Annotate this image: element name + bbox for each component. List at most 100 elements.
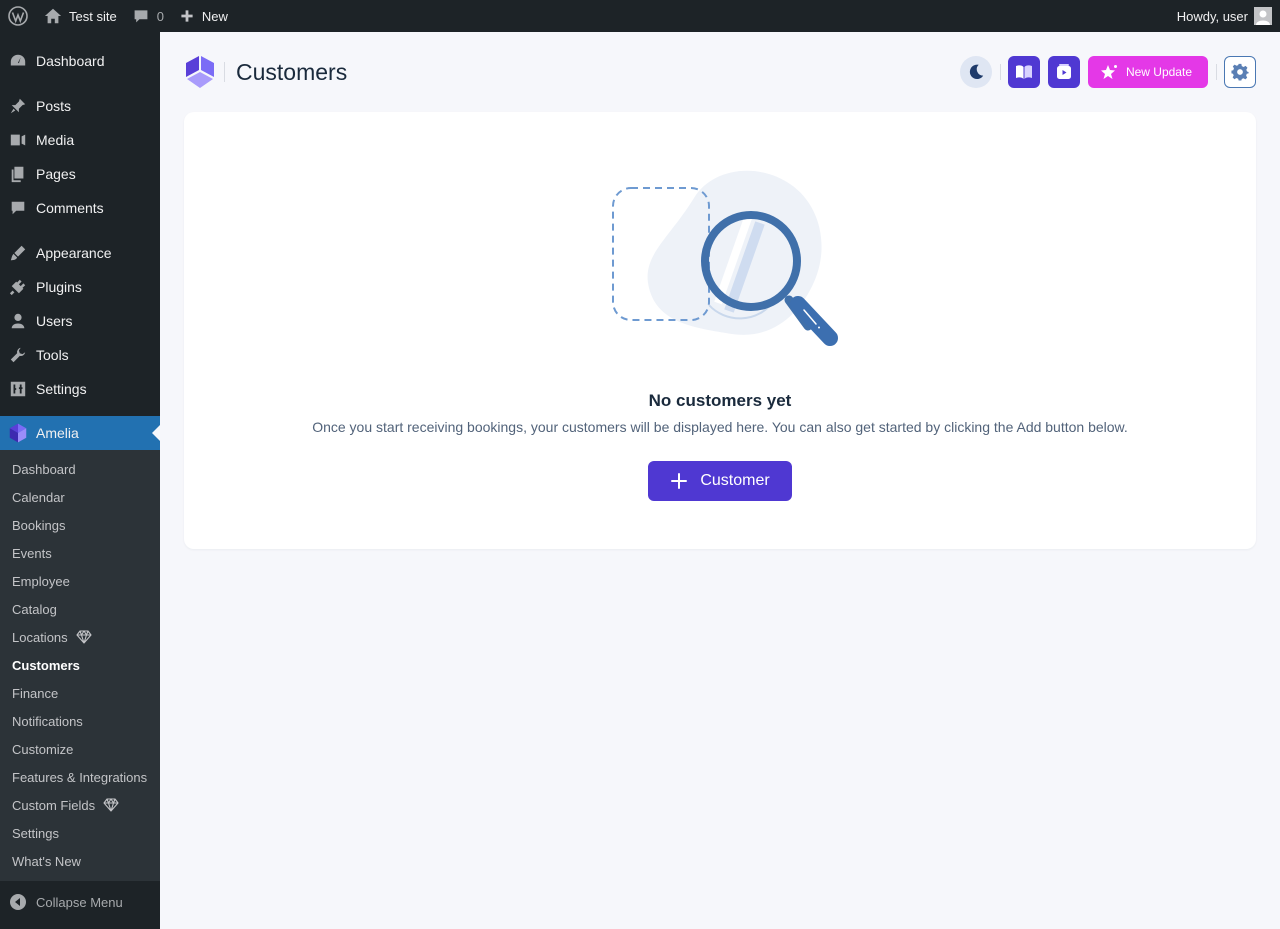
new-update-button[interactable]: New Update <box>1087 56 1208 88</box>
pin-icon <box>8 96 28 116</box>
menu-item-posts[interactable]: Posts <box>0 89 160 123</box>
submenu-item-catalog[interactable]: Catalog <box>0 595 160 623</box>
admin-sidebar: Dashboard Posts Media Pages Comments App… <box>0 32 160 929</box>
menu-item-label: Posts <box>36 98 72 114</box>
new-content-link[interactable]: New <box>172 0 236 32</box>
menu-item-comments[interactable]: Comments <box>0 191 160 225</box>
menu-item-label: Plugins <box>36 279 82 295</box>
menu-item-label: Amelia <box>36 425 79 441</box>
plus-icon <box>670 472 688 490</box>
submenu-label: Calendar <box>12 489 65 505</box>
submenu-label: Locations <box>12 629 68 645</box>
divider <box>999 64 1001 80</box>
menu-item-users[interactable]: Users <box>0 304 160 338</box>
wordpress-logo-button[interactable] <box>0 0 36 32</box>
menu-item-amelia[interactable]: Amelia <box>0 416 160 450</box>
submenu-item-features-integrations[interactable]: Features & Integrations <box>0 763 160 791</box>
submenu-label: Customize <box>12 741 74 757</box>
new-update-label: New Update <box>1125 65 1192 79</box>
amelia-logo-icon <box>186 56 214 88</box>
settings-icon <box>8 379 28 399</box>
submenu-item-locations[interactable]: Locations <box>0 623 160 651</box>
user-icon <box>8 311 28 331</box>
submenu-label: Events <box>12 545 52 561</box>
menu-item-plugins[interactable]: Plugins <box>0 270 160 304</box>
media-icon <box>8 130 28 150</box>
submenu-item-settings[interactable]: Settings <box>0 819 160 847</box>
comment-icon <box>134 10 148 23</box>
avatar <box>1254 7 1272 25</box>
submenu-item-whats-new[interactable]: What's New <box>0 847 160 875</box>
my-account-link[interactable]: Howdy, user <box>1177 0 1272 32</box>
submenu-item-employee[interactable]: Employee <box>0 567 160 595</box>
admin-bar: Test site 0 New Howdy, user <box>0 0 1280 32</box>
magnifier-illustration-icon <box>612 170 838 346</box>
collapse-menu-button[interactable]: Collapse Menu <box>0 885 160 919</box>
divider <box>224 62 225 82</box>
book-icon <box>1015 65 1032 79</box>
menu-item-settings[interactable]: Settings <box>0 372 160 406</box>
submenu-item-customers[interactable]: Customers <box>0 651 160 679</box>
menu-item-appearance[interactable]: Appearance <box>0 236 160 270</box>
empty-state-description: Once you start receiving bookings, your … <box>312 419 1128 435</box>
submenu-label: Dashboard <box>12 461 76 477</box>
submenu-label: Catalog <box>12 601 57 617</box>
video-icon <box>1056 64 1071 79</box>
wrench-icon <box>8 345 28 365</box>
plug-icon <box>8 277 28 297</box>
submenu-item-customize[interactable]: Customize <box>0 735 160 763</box>
submenu-label: Employee <box>12 573 70 589</box>
submenu-label: Finance <box>12 685 59 701</box>
menu-item-label: Comments <box>36 200 104 216</box>
empty-state-card: No customers yet Once you start receivin… <box>184 112 1256 549</box>
submenu-item-bookings[interactable]: Bookings <box>0 511 160 539</box>
howdy-text: Howdy, user <box>1176 8 1248 24</box>
documentation-button[interactable] <box>1007 56 1040 88</box>
menu-item-pages[interactable]: Pages <box>0 157 160 191</box>
menu-item-label: Media <box>36 132 75 148</box>
submenu-item-dashboard[interactable]: Dashboard <box>0 455 160 483</box>
submenu-label: Notifications <box>12 713 83 729</box>
add-customer-button[interactable]: Customer <box>648 461 792 501</box>
collapse-label: Collapse Menu <box>36 894 123 910</box>
plus-icon <box>181 10 193 22</box>
menu-item-dashboard[interactable]: Dashboard <box>0 44 160 78</box>
settings-button[interactable] <box>1224 56 1256 88</box>
dashboard-icon <box>8 51 28 71</box>
submenu-item-calendar[interactable]: Calendar <box>0 483 160 511</box>
collapse-arrow-icon <box>10 894 26 910</box>
brush-icon <box>8 243 28 263</box>
menu-item-label: Dashboard <box>36 53 105 69</box>
add-customer-label: Customer <box>700 472 770 489</box>
empty-state-title: No customers yet <box>648 391 792 410</box>
submenu-label: What's New <box>12 853 81 869</box>
site-name-link[interactable]: Test site <box>36 0 125 32</box>
comments-count: 0 <box>156 8 164 24</box>
pages-icon <box>8 164 28 184</box>
menu-item-media[interactable]: Media <box>0 123 160 157</box>
submenu-item-custom-fields[interactable]: Custom Fields <box>0 791 160 819</box>
gear-icon <box>1231 63 1249 81</box>
submenu-label: Customers <box>12 657 80 673</box>
sparkle-icon <box>1100 65 1117 79</box>
submenu-item-events[interactable]: Events <box>0 539 160 567</box>
wordpress-icon <box>8 6 28 26</box>
divider <box>1216 64 1217 80</box>
submenu-label: Custom Fields <box>12 797 96 813</box>
dark-mode-toggle[interactable] <box>959 56 992 88</box>
comment-icon <box>8 198 28 218</box>
menu-item-label: Settings <box>36 381 87 397</box>
new-label: New <box>201 8 228 24</box>
submenu-item-finance[interactable]: Finance <box>0 679 160 707</box>
page-title: Customers <box>236 58 348 85</box>
home-icon <box>44 8 62 24</box>
submenu-label: Settings <box>12 825 59 841</box>
submenu-item-notifications[interactable]: Notifications <box>0 707 160 735</box>
menu-item-tools[interactable]: Tools <box>0 338 160 372</box>
video-tutorials-button[interactable] <box>1047 56 1080 88</box>
submenu-label: Bookings <box>12 517 66 533</box>
submenu-label: Features & Integrations <box>12 769 148 785</box>
amelia-logo-icon <box>8 423 28 443</box>
comments-link[interactable]: 0 <box>125 0 172 32</box>
menu-item-label: Appearance <box>36 245 112 261</box>
